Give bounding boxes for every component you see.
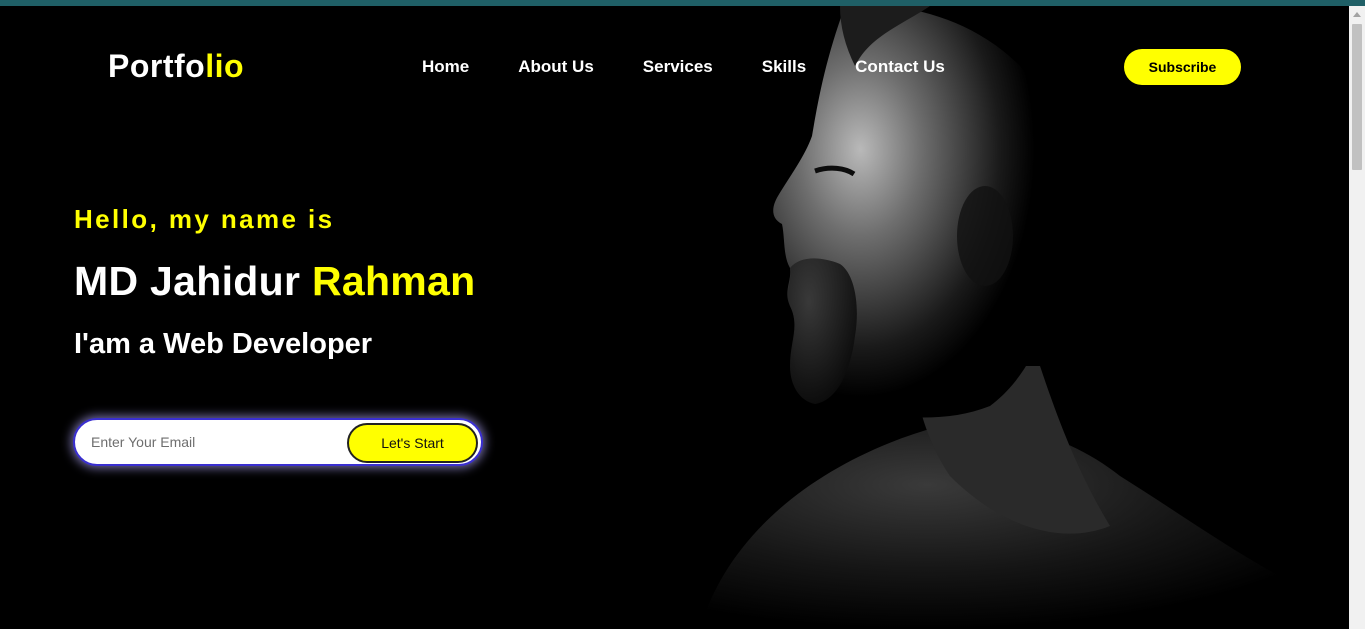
hero-portrait-image <box>700 6 1349 629</box>
hero-name-first: MD Jahidur <box>74 258 312 304</box>
hero-role: I'am a Web Developer <box>74 328 373 360</box>
nav-link-services[interactable]: Services <box>643 57 713 77</box>
nav-link-skills[interactable]: Skills <box>762 57 806 77</box>
hero-greeting: Hello, my name is <box>74 204 335 234</box>
nav-link-home[interactable]: Home <box>422 57 469 77</box>
nav-link-about-us[interactable]: About Us <box>518 57 594 77</box>
site-logo[interactable]: Portfolio <box>108 48 244 85</box>
nav-link-contact-us[interactable]: Contact Us <box>855 57 945 77</box>
subscribe-button[interactable]: Subscribe <box>1124 49 1241 85</box>
vertical-scrollbar[interactable] <box>1349 6 1365 629</box>
logo-text-prefix: Portfo <box>108 48 206 84</box>
scroll-up-arrow-icon[interactable] <box>1353 12 1361 17</box>
scrollbar-thumb[interactable] <box>1352 24 1362 170</box>
main-navigation: Home About Us Services Skills Contact Us <box>422 57 994 77</box>
portfolio-page: Portfolio Home About Us Services Skills … <box>0 6 1349 629</box>
hero-name-accent: Rahman <box>311 258 476 304</box>
logo-text-accent: lio <box>205 48 245 84</box>
email-input[interactable] <box>75 434 325 450</box>
email-signup-form: Let's Start <box>73 418 483 466</box>
lets-start-button[interactable]: Let's Start <box>347 423 478 463</box>
hero-name: MD Jahidur Rahman <box>74 258 476 305</box>
